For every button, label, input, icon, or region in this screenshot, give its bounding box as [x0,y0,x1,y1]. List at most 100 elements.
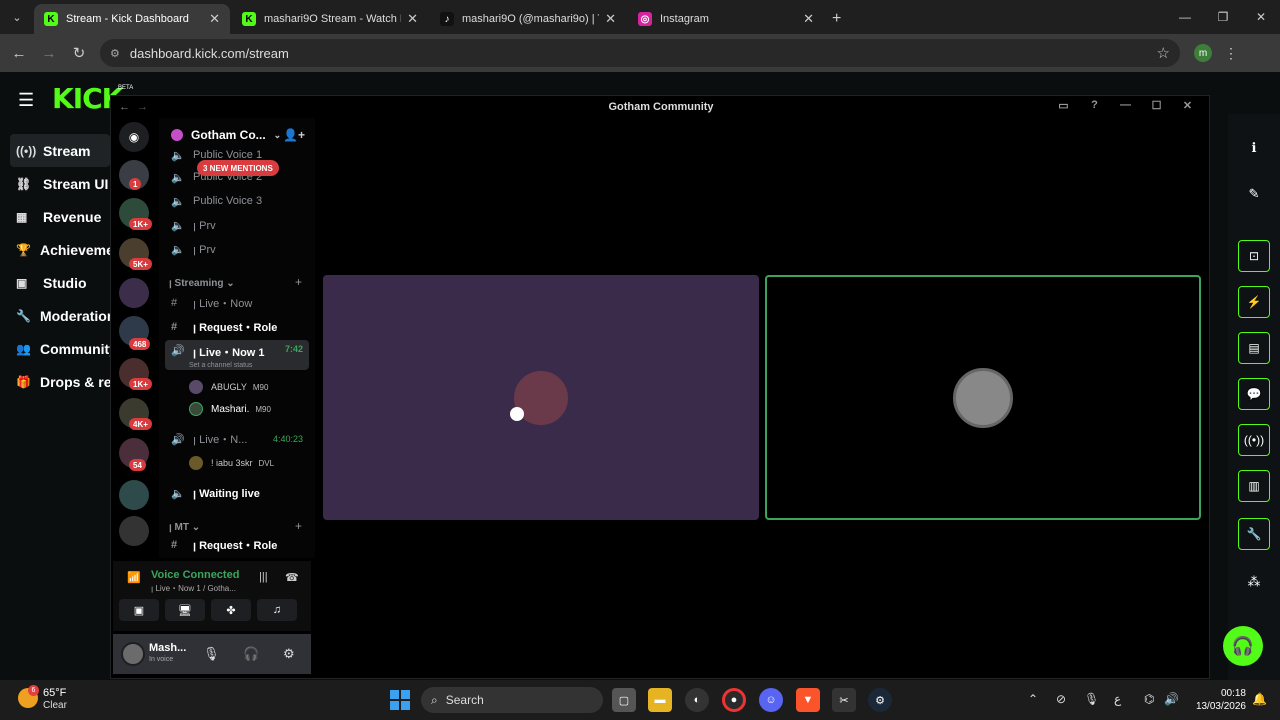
avatar[interactable] [121,642,145,666]
voice-participant-tile[interactable] [323,275,759,520]
support-headset-button[interactable]: 🎧 [1223,626,1263,666]
file-explorer-icon[interactable]: ▬ [648,688,672,712]
headphones-icon[interactable]: 🎧 [243,646,259,662]
forward-arrow-icon[interactable]: → [34,38,64,68]
nav-item-revenue[interactable]: ▦ Revenue [10,200,110,233]
quick-action-bolt-button[interactable]: ⚡ [1238,286,1270,318]
forward-arrow-icon[interactable]: → [137,101,148,113]
volume-icon[interactable]: 🔊 [1164,692,1179,706]
temperature[interactable]: 65°F [43,687,66,699]
microphone-icon[interactable]: 🎙 [1084,692,1099,706]
edit-pencil-icon[interactable]: ✎ [1238,178,1270,210]
nav-item-stream-ui[interactable]: ⛓ Stream UI [10,167,110,200]
nav-item-stream[interactable]: ((•)) Stream [10,134,110,167]
task-view-icon[interactable]: ▢ [612,688,636,712]
chat-button[interactable]: 💬 [1238,378,1270,410]
network-off-icon[interactable]: ⊘ [1056,692,1066,706]
nav-item-moderation[interactable]: 🔧 Moderation [10,299,110,332]
voice-channel[interactable]: 🔊 ꞁ Live・N... 4:40:23 [165,428,309,450]
discord-home-icon[interactable]: ◉ [119,122,149,152]
close-tab-icon[interactable]: ✕ [407,11,418,27]
tab-instagram[interactable]: ◎ Instagram ✕ [628,4,824,34]
help-icon[interactable]: ? [1079,99,1110,112]
screen-share-button[interactable]: 🖥 [165,599,205,621]
notes-button[interactable]: ▤ [1238,332,1270,364]
restore-icon[interactable]: ❐ [1204,0,1242,34]
chrome-icon[interactable]: ● [722,688,746,712]
capcut-icon[interactable]: ✂ [832,688,856,712]
noise-suppression-icon[interactable]: ||| [259,571,268,583]
app-icon[interactable]: ◐ [685,688,709,712]
tab-kick-dashboard[interactable]: K Stream - Kick Dashboard ✕ [34,4,230,34]
browser-menu-icon[interactable]: ⋮ [1224,45,1238,62]
brave-icon[interactable]: ▼ [796,688,820,712]
nav-item-achievements[interactable]: 🏆 Achievements [10,233,110,266]
new-mentions-badge[interactable]: 3 NEW MENTIONS [197,160,279,176]
voice-channel[interactable]: 🔈 Public Voice 3 [165,190,309,212]
wifi-icon[interactable]: ⌬ [1144,692,1154,706]
invite-people-icon[interactable]: 👤+ [283,128,305,142]
category-mt[interactable]: ꞁ MT ⌄ [169,522,200,533]
category-streaming[interactable]: ꞁ Streaming ⌄ [169,278,235,289]
windows-start-icon[interactable] [390,690,410,710]
user-name[interactable]: Mash... [149,642,186,654]
layout-button[interactable]: ▥ [1238,470,1270,502]
steam-icon[interactable]: ⚙ [868,688,892,712]
taskbar-search[interactable]: ⌕ Search [421,687,603,713]
back-arrow-icon[interactable]: ← [4,38,34,68]
chevron-up-icon[interactable]: ⌃ [1028,692,1038,706]
broadcast-button[interactable]: ((•)) [1238,424,1270,456]
close-icon[interactable]: ✕ [1172,99,1203,112]
tools-button[interactable]: 🔧 [1238,518,1270,550]
server-folder[interactable] [119,480,149,510]
text-channel[interactable]: # ꞁ Request・Role [165,534,309,556]
url-bar[interactable]: ⚙ dashboard.kick.com/stream ☆ [100,39,1180,67]
close-window-icon[interactable]: ✕ [1242,0,1280,34]
site-info-icon[interactable]: ⚙ [110,47,120,60]
microphone-icon[interactable]: 🎙 [203,646,220,662]
info-icon[interactable]: ℹ [1238,132,1270,164]
language-indicator[interactable]: ع [1114,692,1121,706]
activities-button[interactable]: ✤ [211,599,251,621]
settings-gear-icon[interactable]: ⚙ [283,646,295,662]
tab-tiktok[interactable]: ♪ mashari9O (@mashari9o) | TikT ✕ [430,4,626,34]
server-folder[interactable] [119,516,149,546]
back-arrow-icon[interactable]: ← [119,101,130,113]
nav-item-studio[interactable]: ▣ Studio [10,266,110,299]
close-tab-icon[interactable]: ✕ [803,11,814,27]
inbox-icon[interactable]: ▭ [1048,99,1079,112]
hamburger-menu-icon[interactable]: ☰ [18,90,34,111]
voice-channel[interactable]: 🔈 ꞁ Prv [165,214,309,236]
notifications-icon[interactable]: 🔔 [1252,692,1267,706]
close-tab-icon[interactable]: ✕ [209,11,220,27]
new-tab-button[interactable]: + [832,4,841,34]
tab-kick-watch[interactable]: K mashari9O Stream - Watch Live ✕ [232,4,428,34]
profile-avatar[interactable]: m [1194,44,1212,62]
voice-participant-tile-speaking[interactable] [765,275,1201,520]
extensions-icon[interactable]: ⁂ [1238,566,1270,598]
reload-icon[interactable]: ↻ [64,38,94,68]
text-channel[interactable]: # ꞁ Live・Now [165,292,309,314]
signal-icon[interactable]: 📶 [127,571,141,584]
minimize-icon[interactable]: — [1166,0,1204,34]
clip-capture-button[interactable]: ⊡ [1238,240,1270,272]
voice-member[interactable]: ! iabu 3skr DVL [189,454,274,472]
server-folder[interactable] [119,278,149,308]
nav-item-community[interactable]: 👥 Community [10,332,110,365]
close-tab-icon[interactable]: ✕ [605,11,616,27]
disconnect-icon[interactable]: ☎ [285,571,299,584]
create-channel-plus-icon[interactable]: + [295,519,302,533]
channel-status-hint[interactable]: Set a channel status [189,362,252,369]
nav-item-drops[interactable]: 🎁 Drops & rewards [10,365,110,398]
bookmark-star-icon[interactable]: ☆ [1157,44,1170,62]
voice-channel[interactable]: 🔈 ꞁ Prv [165,238,309,260]
voice-channel[interactable]: 🔈 ꞁ Waiting live [165,482,309,504]
minimize-icon[interactable]: — [1110,99,1141,112]
voice-member[interactable]: ABUGLY M90 [189,378,268,396]
voice-location[interactable]: ꞁ Live・Now 1 / Gotha... [151,583,236,594]
camera-off-button[interactable]: ▣ [119,599,159,621]
discord-icon[interactable]: ☺ [759,688,783,712]
soundboard-button[interactable]: ♫ [257,599,297,621]
voice-member[interactable]: Mashari. M90 [189,400,271,418]
tab-search-chevron-icon[interactable]: ⌄ [0,0,34,34]
